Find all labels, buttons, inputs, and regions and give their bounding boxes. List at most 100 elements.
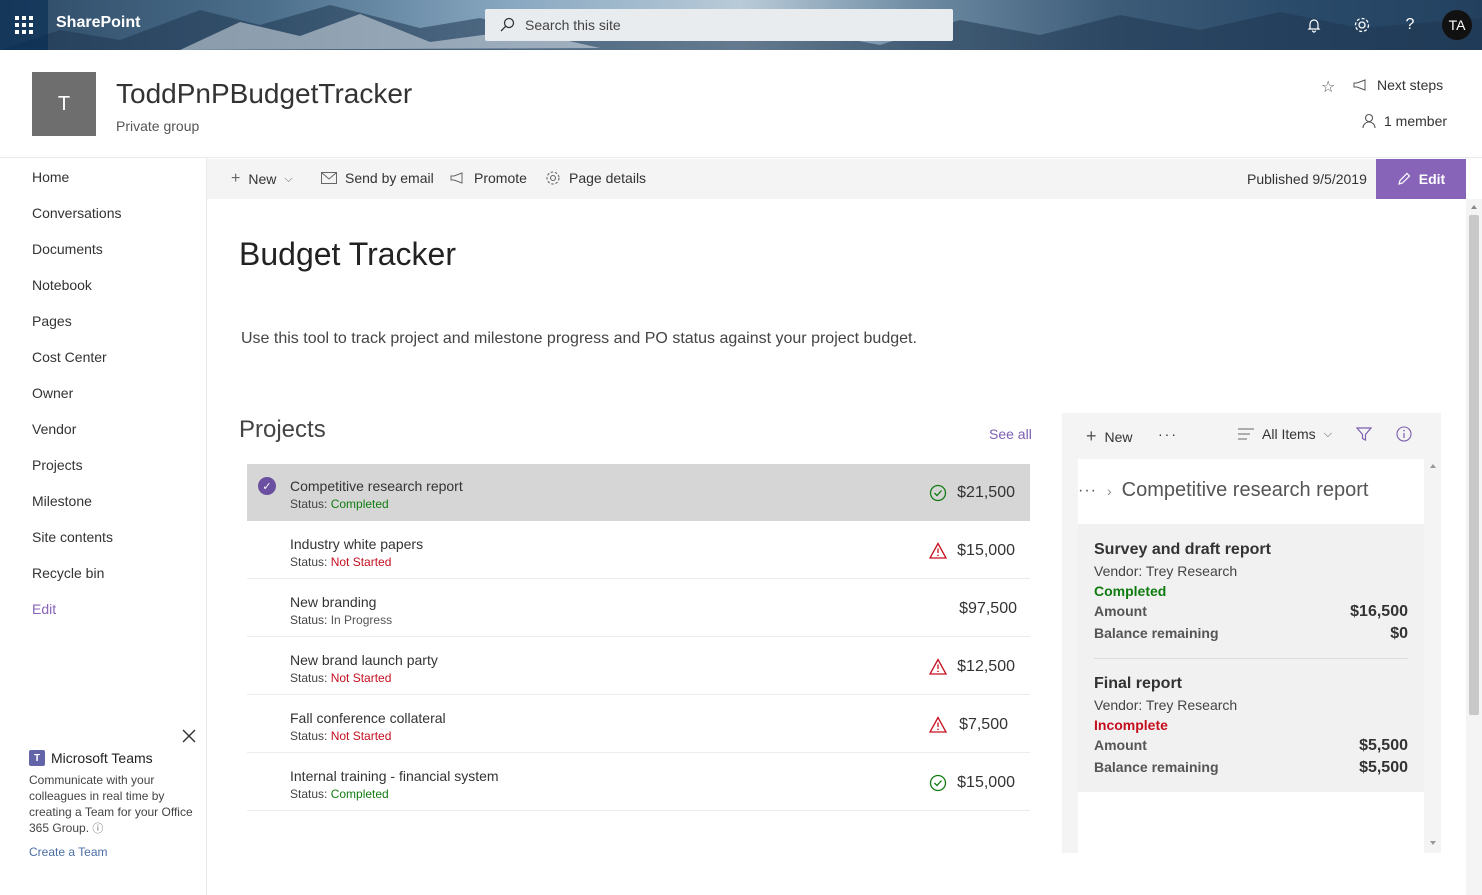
edit-page-button[interactable]: Edit: [1376, 159, 1466, 199]
project-row[interactable]: ✓ Competitive research report Status: Co…: [247, 464, 1030, 521]
milestone-state: Incomplete: [1094, 717, 1168, 733]
breadcrumb: ··· › Competitive research report: [1078, 479, 1368, 502]
nav-item-site-contents[interactable]: Site contents: [32, 529, 113, 545]
project-row[interactable]: Industry white papers Status: Not Starte…: [247, 522, 1030, 579]
teams-logo-icon: T: [29, 750, 45, 766]
megaphone-icon: [450, 172, 463, 184]
info-icon: [1396, 426, 1412, 442]
published-status: Published 9/5/2019: [1247, 171, 1367, 187]
page-details-button[interactable]: Page details: [545, 170, 646, 186]
suite-bar: SharePoint Search this site ? TA: [0, 0, 1482, 50]
send-by-email-button[interactable]: Send by email: [321, 170, 434, 186]
scroll-arrows-icon: [1430, 464, 1436, 845]
plus-icon: +: [231, 170, 241, 187]
nav-item-documents[interactable]: Documents: [32, 241, 103, 257]
nav-item-notebook[interactable]: Notebook: [32, 277, 92, 293]
next-steps-button[interactable]: Next steps: [1353, 77, 1443, 93]
close-teams-promo-button[interactable]: [182, 727, 196, 748]
project-amount: $97,500: [959, 600, 1017, 617]
see-all-link[interactable]: See all: [989, 426, 1032, 442]
breadcrumb-overflow[interactable]: ···: [1078, 482, 1097, 500]
members-label: 1 member: [1384, 113, 1448, 129]
mail-icon: [321, 172, 337, 184]
milestone-item[interactable]: Survey and draft report Vendor: Trey Res…: [1094, 541, 1408, 643]
project-row[interactable]: New brand launch party Status: Not Start…: [247, 638, 1030, 695]
notifications-button[interactable]: [1302, 13, 1326, 37]
milestone-item[interactable]: Final report Vendor: Trey Research Incom…: [1094, 675, 1408, 777]
nav-item-vendor[interactable]: Vendor: [32, 421, 76, 437]
project-row[interactable]: Internal training - financial system Sta…: [247, 754, 1030, 811]
app-launcher-button[interactable]: [0, 0, 48, 50]
gear-icon: [1354, 17, 1370, 33]
create-team-link[interactable]: Create a Team: [29, 845, 199, 859]
nav-item-cost-center[interactable]: Cost Center: [32, 349, 107, 365]
project-amount: $21,500: [957, 484, 1015, 501]
new-button[interactable]: + New ⌵: [231, 170, 293, 188]
scroll-thumb[interactable]: [1469, 215, 1479, 715]
nav-item-recycle-bin[interactable]: Recycle bin: [32, 565, 104, 581]
close-icon: [182, 729, 196, 743]
milestone-vendor: Vendor: Trey Research: [1094, 697, 1238, 713]
search-placeholder: Search this site: [525, 17, 621, 33]
warning-icon: [929, 542, 947, 559]
follow-button[interactable]: ☆: [1321, 77, 1335, 97]
search-box[interactable]: Search this site: [485, 9, 953, 41]
project-status: Status: Not Started: [290, 671, 392, 685]
site-privacy: Private group: [116, 118, 200, 134]
nav-item-milestone[interactable]: Milestone: [32, 493, 92, 509]
filter-button[interactable]: [1356, 426, 1372, 442]
nav-item-pages[interactable]: Pages: [32, 313, 72, 329]
project-status: Status: Completed: [290, 497, 389, 511]
avatar[interactable]: TA: [1442, 10, 1472, 40]
nav-item-owner[interactable]: Owner: [32, 385, 73, 401]
settings-button[interactable]: [1350, 13, 1374, 37]
project-status: Status: Not Started: [290, 729, 392, 743]
chevron-down-icon: ⌵: [284, 172, 293, 185]
warning-icon: [929, 658, 947, 675]
project-row[interactable]: New branding Status: In Progress $97,500: [247, 580, 1030, 637]
send-by-email-label: Send by email: [345, 170, 434, 186]
chevron-right-icon: ›: [1106, 482, 1112, 499]
nav-edit-link[interactable]: Edit: [32, 601, 56, 617]
project-row[interactable]: Fall conference collateral Status: Not S…: [247, 696, 1030, 753]
site-header: T ToddPnPBudgetTracker Private group ☆ N…: [0, 50, 1482, 158]
bell-icon: [1307, 19, 1321, 33]
next-steps-label: Next steps: [1377, 77, 1444, 93]
site-logo[interactable]: T: [32, 72, 96, 136]
project-amount: $12,500: [957, 658, 1015, 675]
promote-button[interactable]: Promote: [450, 170, 527, 186]
info-button[interactable]: [1396, 426, 1412, 442]
check-circle-icon: [929, 484, 947, 502]
project-name: New brand launch party: [290, 652, 438, 668]
page-scrollbar[interactable]: [1466, 199, 1482, 895]
list-new-button[interactable]: + New: [1086, 426, 1133, 447]
teams-promo: T Microsoft Teams Communicate with your …: [29, 750, 199, 859]
megaphone-icon: [1353, 79, 1366, 91]
nav-item-projects[interactable]: Projects: [32, 457, 83, 473]
panel-scrollbar[interactable]: [1425, 459, 1441, 853]
members-button[interactable]: 1 member: [1362, 113, 1447, 129]
promote-label: Promote: [474, 170, 527, 186]
project-name: Internal training - financial system: [290, 768, 499, 784]
view-selector[interactable]: All Items ⌵: [1238, 426, 1332, 442]
brand-name[interactable]: SharePoint: [56, 14, 140, 32]
check-circle-icon: [929, 774, 947, 792]
info-icon[interactable]: ⓘ: [92, 823, 103, 835]
gear-icon: [546, 171, 560, 185]
milestone-title: Survey and draft report: [1094, 541, 1271, 558]
page-title: Budget Tracker: [239, 236, 456, 272]
person-icon: [1362, 113, 1376, 129]
site-title[interactable]: ToddPnPBudgetTracker: [116, 78, 412, 110]
milestone-list-panel: + New ··· All Items ⌵ ··· › Competitive …: [1062, 413, 1441, 853]
star-icon: ☆: [1321, 79, 1336, 96]
help-button[interactable]: ?: [1398, 13, 1422, 37]
search-icon: [500, 17, 515, 32]
project-name: Industry white papers: [290, 536, 424, 552]
nav-item-home[interactable]: Home: [32, 169, 69, 185]
nav-item-conversations[interactable]: Conversations: [32, 205, 122, 221]
help-icon: ?: [1405, 16, 1415, 33]
selected-check-icon: ✓: [258, 477, 276, 495]
project-status: Status: Not Started: [290, 555, 392, 569]
more-options-button[interactable]: ···: [1158, 426, 1178, 442]
page-details-label: Page details: [569, 170, 647, 186]
